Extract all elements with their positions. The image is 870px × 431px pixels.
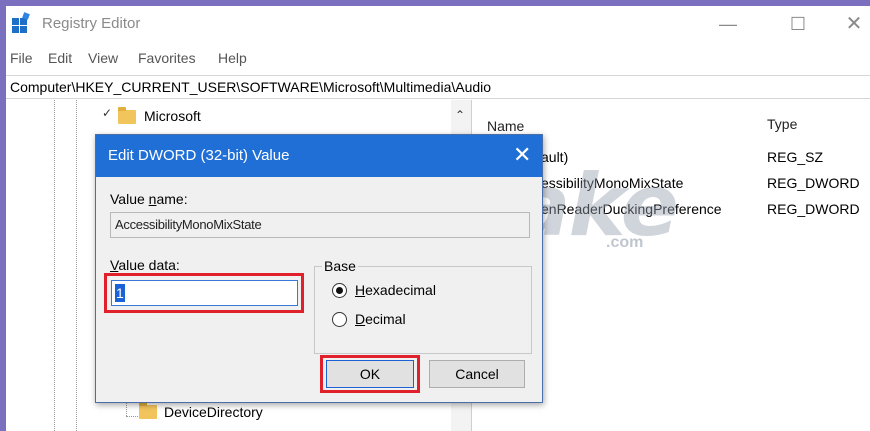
tree-guide-line xyxy=(76,100,77,431)
registry-editor-icon xyxy=(12,12,30,33)
value-name-text: AccessibilityMonoMixState xyxy=(115,217,262,232)
window-title: Registry Editor xyxy=(42,15,141,32)
menu-edit[interactable]: Edit xyxy=(48,50,72,66)
value-name-label: Value name: xyxy=(110,191,188,207)
column-header-type[interactable]: Type xyxy=(767,116,797,132)
menu-view[interactable]: View xyxy=(88,50,118,66)
decimal-label[interactable]: Decimal xyxy=(355,311,406,327)
base-groupbox xyxy=(314,266,532,354)
edit-dword-dialog: Edit DWORD (32-bit) Value ✕ Value name: … xyxy=(95,134,543,403)
menu-bar: File Edit View Favorites Help xyxy=(6,48,870,70)
dialog-close-button[interactable]: ✕ xyxy=(513,142,531,168)
list-item-name[interactable]: ault) xyxy=(541,149,568,165)
registry-editor-window: Registry Editor — ☐ ✕ File Edit View Fav… xyxy=(6,6,870,431)
list-item-type: REG_DWORD xyxy=(767,201,860,217)
menu-favorites[interactable]: Favorites xyxy=(138,50,196,66)
hexadecimal-label[interactable]: Hexadecimal xyxy=(355,282,436,298)
close-button[interactable]: ✕ xyxy=(832,10,870,38)
value-data-highlight xyxy=(104,273,304,313)
hexadecimal-radio[interactable] xyxy=(332,283,347,298)
address-bar[interactable]: Computer\HKEY_CURRENT_USER\SOFTWARE\Micr… xyxy=(6,75,870,99)
chevron-down-icon[interactable]: ✓ xyxy=(102,106,112,120)
menu-help[interactable]: Help xyxy=(218,50,247,66)
address-path: Computer\HKEY_CURRENT_USER\SOFTWARE\Micr… xyxy=(10,79,492,95)
tree-item-devicedirectory[interactable]: DeviceDirectory xyxy=(164,404,263,420)
column-header-name[interactable]: Name xyxy=(487,118,524,134)
tree-guide-line xyxy=(126,416,138,417)
dialog-title-bar: Edit DWORD (32-bit) Value ✕ xyxy=(96,135,542,177)
tree-guide-line xyxy=(54,100,55,431)
list-item-name[interactable]: enReaderDuckingPreference xyxy=(541,201,722,217)
maximize-button[interactable]: ☐ xyxy=(776,10,820,38)
tree-item-microsoft[interactable]: Microsoft xyxy=(144,108,201,124)
list-item-type: REG_SZ xyxy=(767,149,824,165)
minimize-button[interactable]: — xyxy=(706,10,750,38)
scroll-up-arrow-icon[interactable]: ⌃ xyxy=(455,108,465,122)
list-item-name[interactable]: essibilityMonoMixState xyxy=(541,175,683,191)
list-item-type: REG_DWORD xyxy=(767,175,860,191)
folder-icon xyxy=(118,107,136,124)
value-name-field[interactable]: AccessibilityMonoMixState xyxy=(110,212,530,238)
decimal-radio[interactable] xyxy=(332,312,347,327)
title-bar: Registry Editor — ☐ ✕ xyxy=(6,6,870,42)
dialog-title: Edit DWORD (32-bit) Value xyxy=(108,147,290,164)
menu-file[interactable]: File xyxy=(10,50,33,66)
value-data-label: Value data: xyxy=(110,257,180,273)
cancel-button[interactable]: Cancel xyxy=(429,360,525,388)
folder-icon xyxy=(139,402,157,419)
ok-button[interactable]: OK xyxy=(326,360,414,388)
base-label: Base xyxy=(322,258,358,274)
